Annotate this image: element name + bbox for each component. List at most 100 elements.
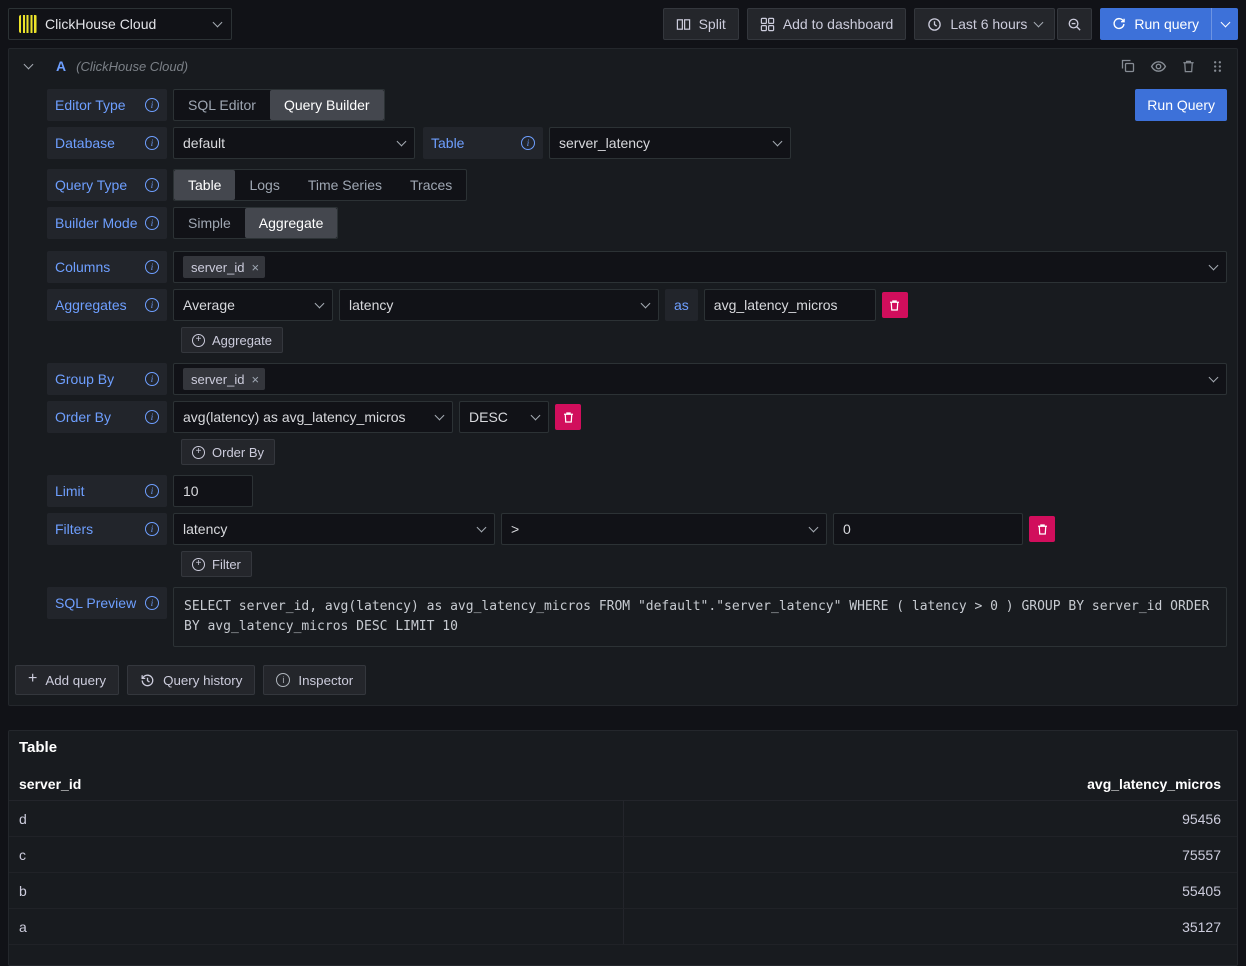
info-icon[interactable]: i	[145, 260, 159, 274]
aggregates-label: Aggregates i	[47, 289, 167, 321]
table-header-avg-latency-micros[interactable]: avg_latency_micros	[623, 774, 1237, 796]
remove-tag-icon[interactable]: ×	[251, 261, 259, 274]
query-editor-footer: + Add query Query history i Inspector	[9, 647, 1237, 705]
table-cell-server-id: b	[9, 873, 623, 908]
drag-handle-icon[interactable]	[1210, 59, 1225, 74]
time-range-label: Last 6 hours	[950, 16, 1027, 32]
sync-icon	[1112, 17, 1126, 31]
table-cell-avg-latency: 55405	[623, 873, 1237, 908]
chevron-down-icon	[397, 136, 407, 146]
query-type-option-logs[interactable]: Logs	[235, 170, 293, 200]
filter-field-select[interactable]: latency	[173, 513, 495, 545]
aggregate-column-value: latency	[349, 297, 393, 313]
database-select[interactable]: default	[173, 127, 415, 159]
aggregate-function-select[interactable]: Average	[173, 289, 333, 321]
database-label: Database i	[47, 127, 167, 159]
collapse-query-chevron-icon[interactable]	[24, 59, 34, 69]
database-select-value: default	[183, 135, 225, 151]
info-icon[interactable]: i	[145, 372, 159, 386]
builder-mode-option-aggregate[interactable]: Aggregate	[245, 208, 338, 238]
order-by-direction-select[interactable]: DESC	[459, 401, 549, 433]
add-query-button[interactable]: + Add query	[15, 665, 119, 695]
add-to-dashboard-button[interactable]: Add to dashboard	[747, 8, 907, 40]
info-icon[interactable]: i	[145, 596, 159, 610]
filter-operator-value: >	[511, 521, 519, 537]
query-history-button[interactable]: Query history	[127, 665, 255, 695]
info-icon[interactable]: i	[521, 136, 535, 150]
delete-query-trash-icon[interactable]	[1181, 59, 1196, 74]
query-builder-form: Editor Type i SQL Editor Query Builder R…	[9, 83, 1237, 647]
run-query-button[interactable]: Run query	[1100, 8, 1212, 40]
hide-query-eye-icon[interactable]	[1150, 58, 1167, 75]
time-range-picker[interactable]: Last 6 hours	[914, 8, 1055, 40]
builder-mode-label: Builder Mode i	[47, 207, 167, 239]
table-cell-server-id: d	[9, 801, 623, 836]
plus-circle-icon: +	[192, 558, 205, 571]
editor-type-option-query-builder[interactable]: Query Builder	[270, 90, 384, 120]
column-tag: server_id ×	[183, 256, 265, 278]
query-type-option-table[interactable]: Table	[174, 170, 235, 200]
results-table: server_id avg_latency_micros d 95456 c 7…	[9, 770, 1237, 945]
limit-row: Limit i	[47, 475, 1227, 507]
table-header-server-id[interactable]: server_id	[9, 774, 623, 796]
split-button[interactable]: Split	[663, 8, 739, 40]
run-query-dropdown-button[interactable]	[1212, 8, 1238, 40]
info-icon[interactable]: i	[145, 484, 159, 498]
sql-preview-row: SQL Preview i SELECT server_id, avg(late…	[47, 587, 1227, 647]
table-cell-avg-latency: 95456	[623, 801, 1237, 836]
add-order-by-row: + Order By	[47, 439, 1227, 465]
chevron-down-icon	[315, 298, 325, 308]
inspector-button[interactable]: i Inspector	[263, 665, 366, 695]
remove-tag-icon[interactable]: ×	[251, 373, 259, 386]
add-aggregate-row: + Aggregate	[47, 327, 1227, 353]
remove-order-by-button[interactable]	[555, 404, 581, 430]
table-row: a 35127	[9, 909, 1237, 945]
filter-value-input[interactable]	[833, 513, 1023, 545]
info-icon[interactable]: i	[145, 216, 159, 230]
info-icon[interactable]: i	[145, 298, 159, 312]
order-by-field-select[interactable]: avg(latency) as avg_latency_micros	[173, 401, 453, 433]
table-header-row: server_id avg_latency_micros	[9, 770, 1237, 801]
builder-mode-option-simple[interactable]: Simple	[174, 208, 245, 238]
aggregate-function-value: Average	[183, 297, 235, 313]
limit-label: Limit i	[47, 475, 167, 507]
columns-row: Columns i server_id ×	[47, 251, 1227, 283]
remove-filter-button[interactable]	[1029, 516, 1055, 542]
add-order-by-button[interactable]: + Order By	[181, 439, 275, 465]
info-icon[interactable]: i	[145, 522, 159, 536]
add-aggregate-button[interactable]: + Aggregate	[181, 327, 283, 353]
group-by-multiselect[interactable]: server_id ×	[173, 363, 1227, 395]
datasource-picker[interactable]: ClickHouse Cloud	[8, 8, 232, 40]
query-type-label: Query Type i	[47, 169, 167, 201]
sql-preview-label: SQL Preview i	[47, 587, 167, 619]
aggregate-column-select[interactable]: latency	[339, 289, 659, 321]
query-type-option-traces[interactable]: Traces	[396, 170, 466, 200]
split-label: Split	[699, 16, 726, 32]
table-label: Table i	[423, 127, 543, 159]
info-icon[interactable]: i	[145, 98, 159, 112]
aggregate-as-label: as	[665, 289, 698, 321]
query-type-option-time-series[interactable]: Time Series	[294, 170, 396, 200]
query-editor-panel: A (ClickHouse Cloud) Editor Type i SQL E…	[8, 48, 1238, 706]
editor-type-option-sql-editor[interactable]: SQL Editor	[174, 90, 270, 120]
query-ref-id: A	[56, 58, 66, 74]
limit-input[interactable]	[173, 475, 253, 507]
info-icon[interactable]: i	[145, 178, 159, 192]
remove-aggregate-button[interactable]	[882, 292, 908, 318]
column-tag-label: server_id	[191, 260, 244, 275]
duplicate-query-icon[interactable]	[1120, 58, 1136, 74]
table-select[interactable]: server_latency	[549, 127, 791, 159]
group-by-tag-label: server_id	[191, 372, 244, 387]
order-by-field-value: avg(latency) as avg_latency_micros	[183, 409, 406, 425]
filter-operator-select[interactable]: >	[501, 513, 827, 545]
aggregate-alias-input[interactable]	[704, 289, 876, 321]
info-icon[interactable]: i	[145, 136, 159, 150]
editor-type-row: Editor Type i SQL Editor Query Builder R…	[47, 89, 1227, 121]
trash-icon	[562, 411, 575, 424]
editor-run-query-button[interactable]: Run Query	[1135, 89, 1227, 121]
zoom-out-button[interactable]	[1057, 8, 1092, 40]
add-filter-button[interactable]: + Filter	[181, 551, 252, 577]
info-icon[interactable]: i	[145, 410, 159, 424]
history-icon	[140, 673, 155, 688]
columns-multiselect[interactable]: server_id ×	[173, 251, 1227, 283]
